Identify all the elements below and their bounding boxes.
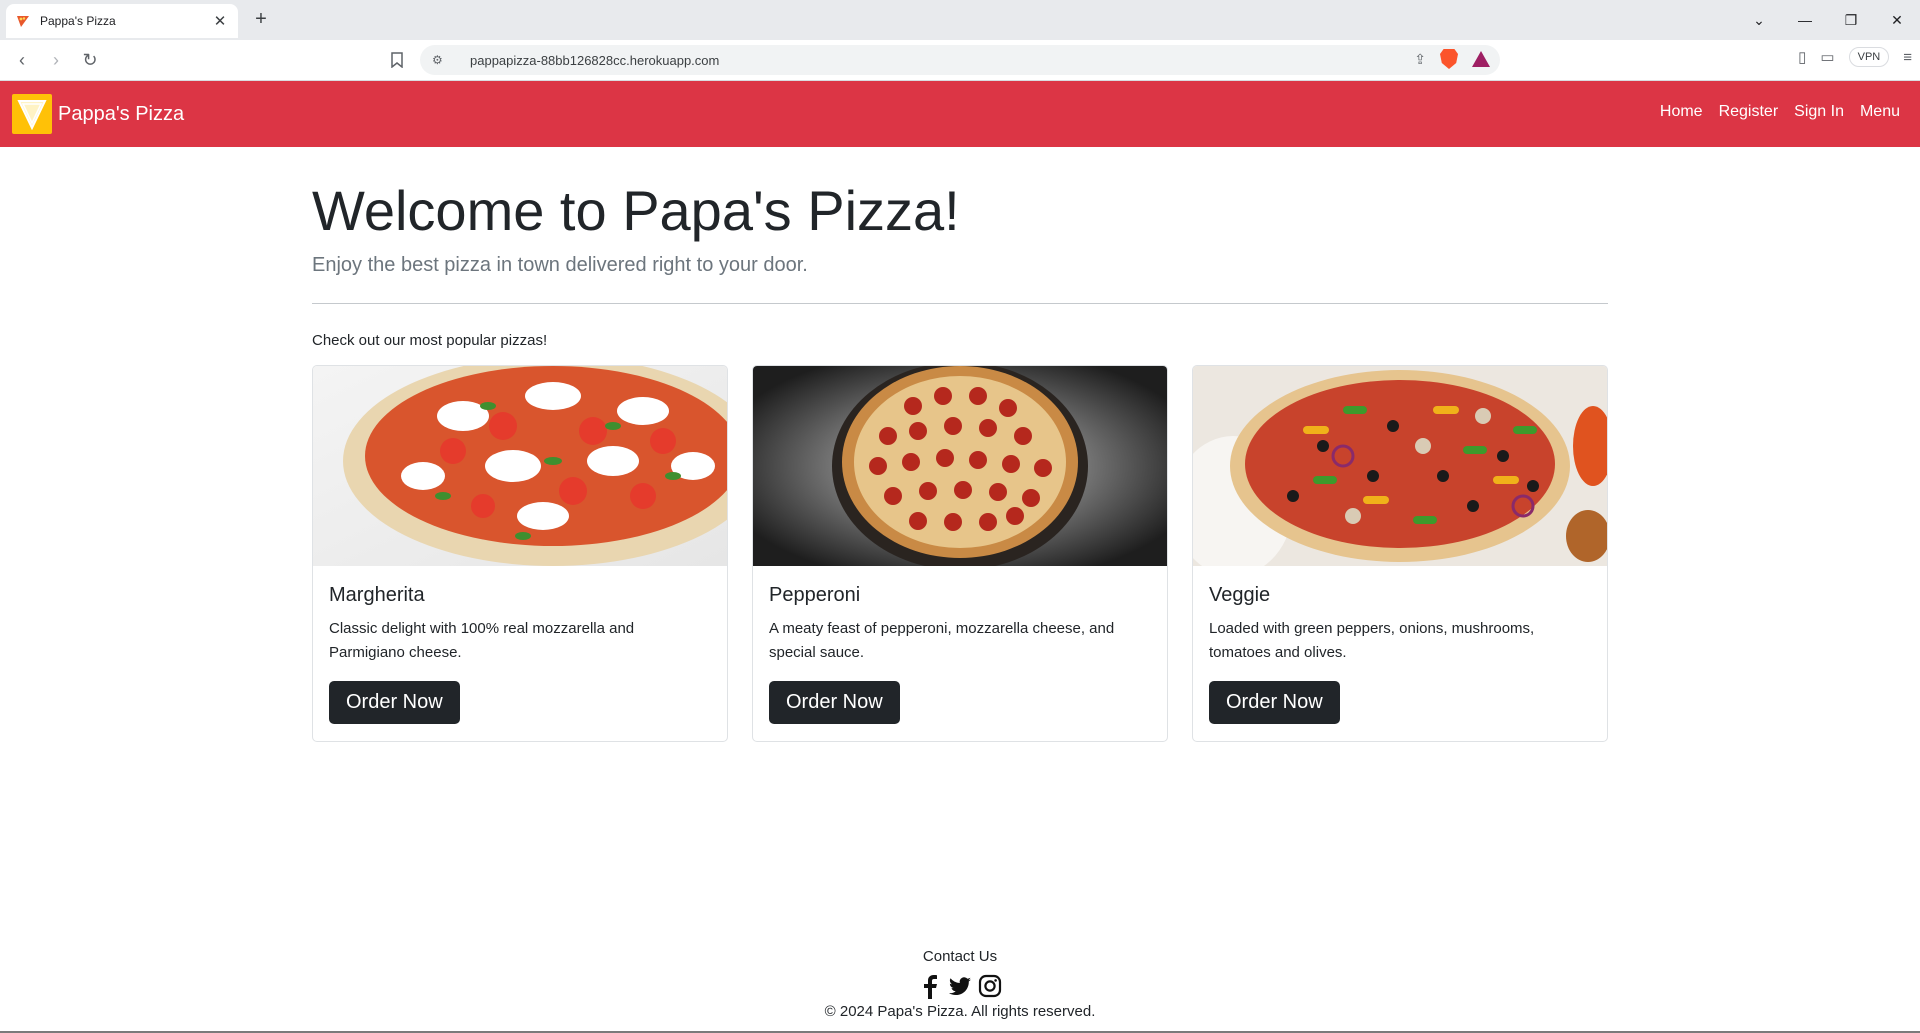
pizza-card-pepperoni: Pepperoni A meaty feast of pepperoni, mo… [752,365,1168,742]
order-now-button[interactable]: Order Now [769,681,900,724]
back-icon[interactable]: ‹ [10,48,34,72]
pizza-name: Pepperoni [769,584,861,606]
order-now-button[interactable]: Order Now [1209,681,1340,724]
pizza-card-veggie: Veggie Loaded with green peppers, onions… [1192,365,1608,742]
close-window-icon[interactable]: ✕ [1874,12,1920,29]
url-text: pappapizza-88bb126828cc.herokuapp.com [470,52,720,68]
pizza-description: A meaty feast of pepperoni, mozzarella c… [769,620,1115,661]
nav-link-menu[interactable]: Menu [1860,103,1900,121]
brave-rewards-icon[interactable] [1472,51,1490,67]
page-title: Welcome to Papa's Pizza! [312,179,960,242]
social-links [0,973,1920,999]
page-subtitle: Enjoy the best pizza in town delivered r… [312,254,808,277]
pizza-card-margherita: Margherita Classic delight with 100% rea… [312,365,728,742]
nav-links: Home Register Sign In Menu [1660,103,1900,121]
pizza-favicon-icon [17,16,29,27]
bookmark-icon[interactable] [386,48,408,72]
margherita-image [313,366,727,566]
brave-shields-icon[interactable] [1440,49,1458,69]
nav-link-register[interactable]: Register [1719,103,1779,121]
pizza-logo-icon [12,94,52,134]
minimize-icon[interactable]: — [1782,12,1828,28]
browser-tab[interactable]: Pappa's Pizza ✕ [6,4,238,38]
address-bar[interactable]: ⚙ pappapizza-88bb126828cc.herokuapp.com … [420,45,1500,75]
divider [312,303,1608,305]
sidebar-icon[interactable]: ▯ [1798,48,1806,66]
site-navbar: Pappa's Pizza Home Register Sign In Menu [0,81,1920,147]
pizza-description: Classic delight with 100% real mozzarell… [329,620,635,661]
reload-icon[interactable]: ↻ [78,48,102,72]
close-tab-icon[interactable]: ✕ [212,12,228,30]
facebook-icon[interactable] [917,973,943,999]
card-body: Veggie Loaded with green peppers, onions… [1193,566,1607,724]
pizza-name: Veggie [1209,584,1271,606]
brand-link[interactable]: Pappa's Pizza [12,94,184,134]
wallet-icon[interactable]: ▭ [1820,48,1834,66]
site-info-icon[interactable]: ⚙ [432,53,452,67]
menu-icon[interactable]: ≡ [1903,49,1912,66]
forward-icon[interactable]: › [44,48,68,72]
window-controls: ⌄ — ❐ ✕ [1736,0,1920,40]
order-now-button[interactable]: Order Now [329,681,460,724]
copyright: © 2024 Papa's Pizza. All rights reserved… [824,1003,1096,1020]
pizza-cards: Margherita Classic delight with 100% rea… [312,365,1608,742]
main-container: Welcome to Papa's Pizza! Enjoy the best … [312,147,1608,742]
tab-title: Pappa's Pizza [40,14,116,28]
pepperoni-image [753,366,1167,566]
contact-us-label: Contact Us [922,948,998,965]
veggie-image [1193,366,1607,566]
browser-tab-bar: Pappa's Pizza ✕ + ⌄ — ❐ ✕ [0,0,1920,40]
section-label: Check out our most popular pizzas! [312,332,548,350]
vpn-button[interactable]: VPN [1848,47,1890,67]
pizza-description: Loaded with green peppers, onions, mushr… [1209,620,1535,661]
nav-link-sign-in[interactable]: Sign In [1794,103,1844,121]
share-icon[interactable]: ⇪ [1414,51,1426,68]
instagram-icon[interactable] [977,973,1003,999]
tab-search-icon[interactable]: ⌄ [1736,12,1782,29]
brand-name: Pappa's Pizza [58,102,185,125]
footer: Contact Us © 2024 Papa's Pizza. All righ… [0,948,1920,1020]
card-body: Margherita Classic delight with 100% rea… [313,566,727,724]
card-body: Pepperoni A meaty feast of pepperoni, mo… [753,566,1167,724]
new-tab-button[interactable]: + [250,8,272,30]
twitter-icon[interactable] [947,973,973,999]
restore-icon[interactable]: ❐ [1828,12,1874,29]
pizza-name: Margherita [329,584,425,606]
nav-link-home[interactable]: Home [1660,103,1703,121]
browser-toolbar: ‹ › ↻ ⚙ pappapizza-88bb126828cc.herokuap… [0,40,1920,81]
